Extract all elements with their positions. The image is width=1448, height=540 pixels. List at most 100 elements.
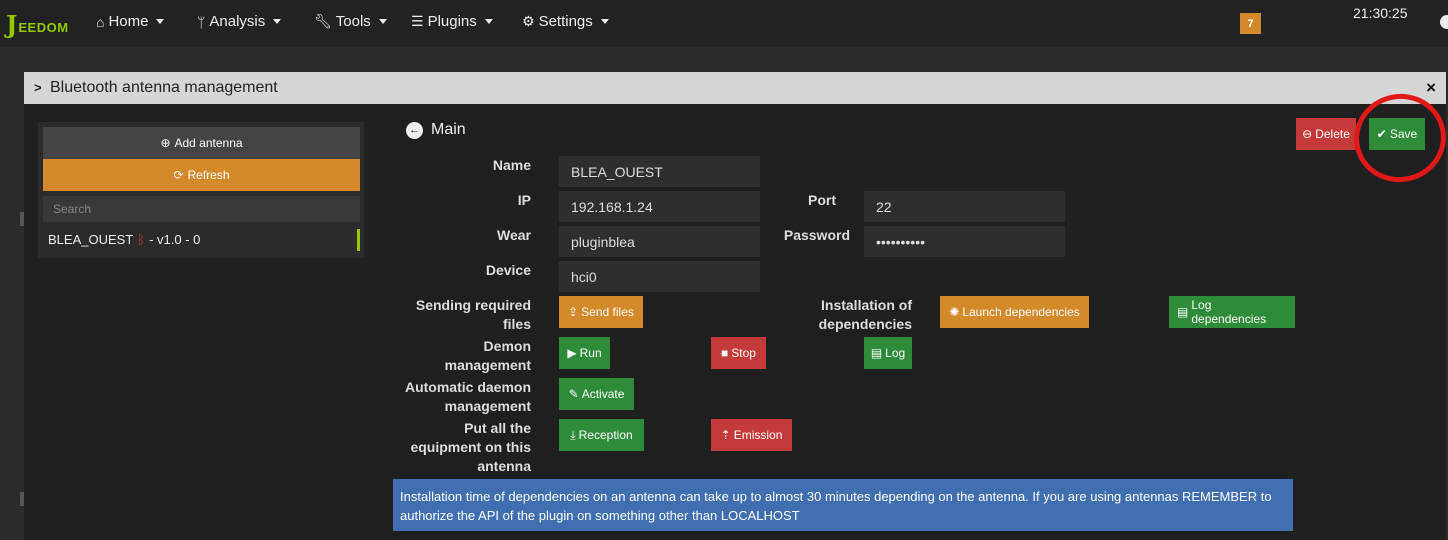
launch-dependencies-button[interactable]: ✺ Launch dependencies [940,296,1089,328]
nav-tools[interactable]: 🔧︎ Tools [314,13,387,30]
tasks-icon: ☰ [411,13,424,29]
help-icon[interactable] [1440,15,1448,29]
stop-icon: ■ [721,346,729,360]
send-files-button[interactable]: ⇪ Send files [559,296,643,328]
play-icon: ▶ [567,346,577,360]
jeedom-logo[interactable]: J EEDOM [6,5,69,37]
stop-button[interactable]: ■ Stop [711,337,766,369]
port-field[interactable] [864,191,1065,222]
install-deps-line: Installation of [821,297,912,313]
name-label: Name [492,157,531,173]
sending-files-line: Sending required [415,297,531,313]
put-equipment-label: Put all the equipment on this antenna [394,419,531,476]
auto-daemon-line: Automatic daemon [404,379,531,395]
install-deps-label: Installation of dependencies [804,296,912,334]
antenna-list-item[interactable]: BLEA_OUEST ᛒ - v1.0 - 0 [43,227,360,251]
add-antenna-label: Add antenna [174,136,243,150]
antenna-name: BLEA_OUEST [48,231,134,247]
nav-settings-label: Settings [538,13,593,30]
ip-label: IP [517,192,531,208]
sending-files-label: Sending required files [404,296,531,334]
home-icon: ⌂ [96,13,105,30]
log-deps-label: Log dependencies [1191,298,1267,326]
modal-title: Bluetooth antenna management [50,79,278,96]
main-section-title: ← Main [406,121,466,139]
wrench-icon: 🔧︎ [314,13,332,29]
clock: 21:30:25 [1353,5,1408,21]
caret-down-icon [156,19,165,24]
search-input[interactable] [43,196,360,222]
ip-field[interactable] [559,191,760,222]
log-button[interactable]: ▤ Log [864,337,912,369]
auto-daemon-line: management [444,398,531,414]
minus-circle-icon: ⊖ [1302,127,1313,141]
put-line: Put all the [464,420,531,436]
logo-text: EEDOM [18,20,69,35]
activate-label: Activate [581,387,625,401]
caret-down-icon [378,19,387,24]
magic-icon: ✎ [568,387,579,401]
file-text-icon: ▤ [1177,305,1189,319]
refresh-icon: ⟳ [173,168,184,182]
put-line: equipment on this [410,439,531,455]
delete-label: Delete [1315,127,1350,141]
run-label: Run [579,346,602,360]
logo-letter: J [6,10,18,39]
refresh-label: Refresh [187,168,230,182]
file-text-icon: ▤ [870,346,883,360]
antenna-list-panel: ⊕ Add antenna ⟳ Refresh BLEA_OUEST ᛒ - v… [38,122,364,258]
nav-tools-label: Tools [335,13,371,30]
message-badge[interactable]: 7 [1240,13,1261,34]
status-bar [357,229,360,251]
upload-icon: ⇪ [568,305,579,319]
save-button[interactable]: ✔ Save [1369,118,1425,150]
send-files-label: Send files [581,305,634,319]
device-field[interactable] [559,261,760,292]
name-field[interactable] [559,156,760,187]
nav-home[interactable]: ⌂ Home [96,13,165,30]
caret-down-icon [600,19,609,24]
modal-header: > Bluetooth antenna management × [24,72,1446,104]
emission-button[interactable]: ⇡ Emission [711,419,792,451]
log-dependencies-button[interactable]: ▤ Log dependencies [1169,296,1295,328]
save-label: Save [1389,127,1418,141]
spinner-icon: ✺ [949,305,960,319]
nav-plugins[interactable]: ☰ Plugins [411,13,493,30]
wear-label: Wear [497,227,531,243]
download-icon: ⤓ [570,427,576,442]
background-page [0,47,1448,72]
install-deps-line: dependencies [818,316,912,332]
demon-management-label: Demon management [404,337,531,375]
wear-field[interactable] [559,226,760,257]
add-antenna-button[interactable]: ⊕ Add antenna [43,127,360,159]
device-label: Device [485,262,531,278]
stop-label: Stop [731,346,756,360]
reception-button[interactable]: ⤓ Reception [559,419,644,451]
plus-circle-icon: ⊕ [160,136,171,150]
broadcast-icon: ⇡ [720,428,731,442]
nav-analysis-label: Analysis [209,13,266,30]
demon-line: Demon [483,338,531,354]
refresh-button[interactable]: ⟳ Refresh [43,159,360,191]
put-line: antenna [477,458,531,474]
top-navbar: J EEDOM ⌂ Home ᛘ Analysis 🔧︎ Tools ☰ Plu… [0,0,1448,47]
emission-label: Emission [733,428,783,442]
check-circle-icon: ✔ [1376,127,1387,141]
nav-plugins-label: Plugins [427,13,477,30]
info-alert: Installation time of dependencies on an … [393,479,1293,531]
antenna-version: - v1.0 - 0 [149,231,201,247]
sending-files-line: files [502,316,531,332]
password-field[interactable] [864,226,1065,257]
activate-button[interactable]: ✎ Activate [559,378,634,410]
demon-line: management [444,357,531,373]
nav-analysis[interactable]: ᛘ Analysis [197,13,282,30]
main-title-text: Main [431,121,466,138]
antenna-modal: > Bluetooth antenna management × ⊕ Add a… [24,72,1448,540]
caret-down-icon [484,19,493,24]
close-icon[interactable]: × [1426,78,1436,98]
arrow-circle-left-icon[interactable]: ← [406,121,423,139]
nav-settings[interactable]: ⚙ Settings [522,13,609,30]
delete-button[interactable]: ⊖ Delete [1296,118,1356,150]
run-button[interactable]: ▶ Run [559,337,610,369]
launch-deps-label: Launch dependencies [962,305,1080,319]
